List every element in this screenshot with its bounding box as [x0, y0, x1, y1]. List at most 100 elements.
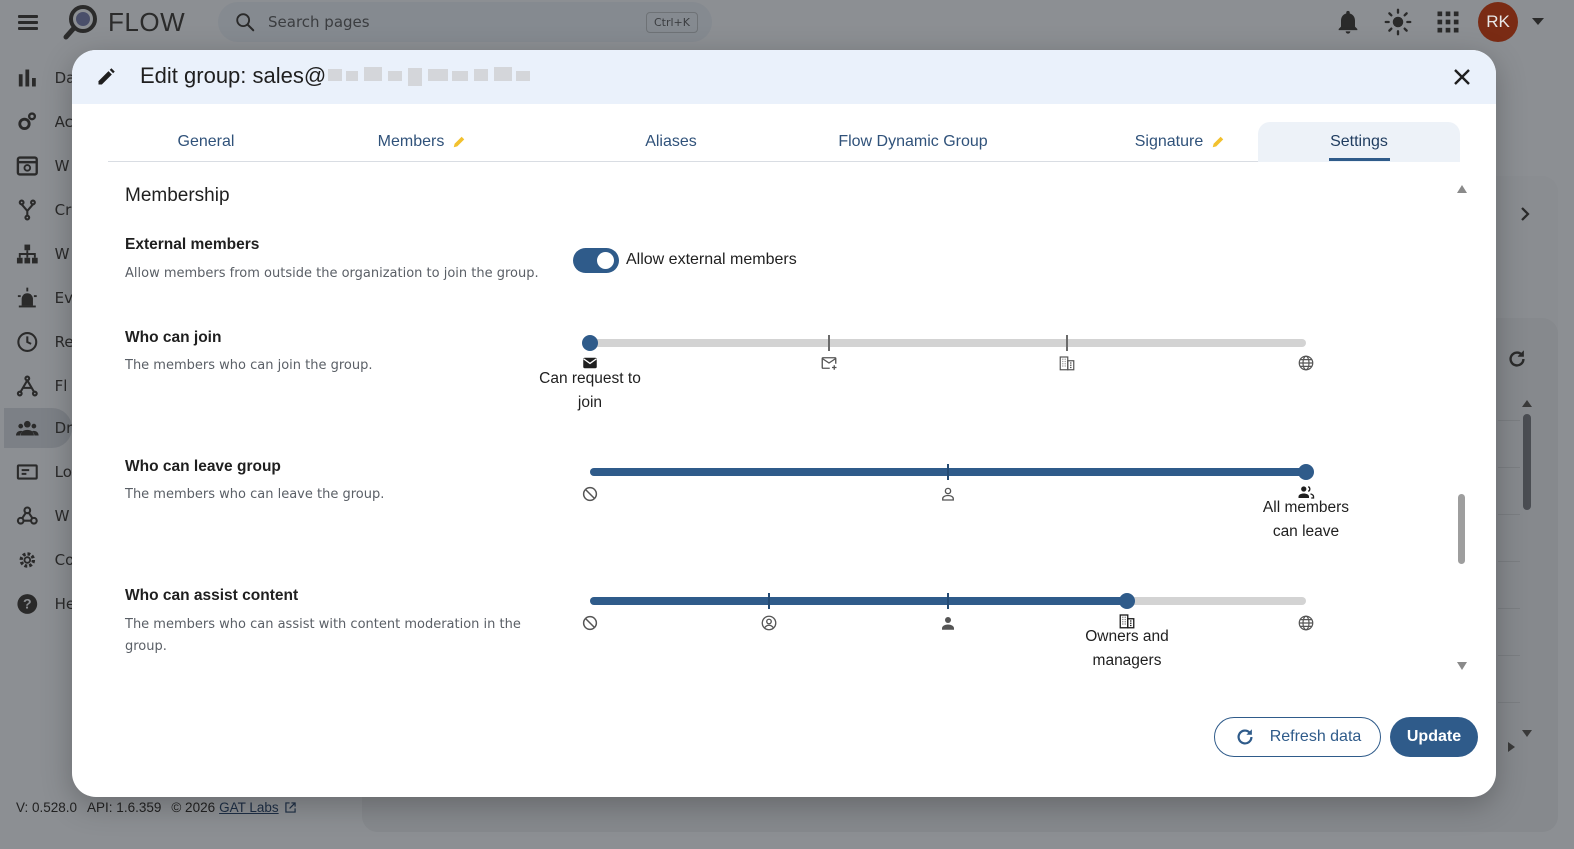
sidebar-item-8[interactable]: Dr: [4, 408, 72, 448]
alarm-light-icon: [17, 287, 37, 308]
sidebar-item-11[interactable]: Co: [4, 540, 72, 580]
background-table-rows: [1498, 420, 1520, 749]
edited-pencil-icon: [454, 136, 465, 148]
chevron-right-icon[interactable]: [1516, 205, 1534, 223]
sidebar-item-3[interactable]: Cr: [4, 190, 72, 230]
update-button[interactable]: Update: [1390, 717, 1478, 757]
who-can-join-description: The members who can join the group.: [125, 358, 373, 373]
logo-text: FLOW: [108, 6, 186, 37]
gear-icon: [19, 552, 36, 568]
redacted-email: [328, 63, 532, 89]
scroll-down-icon[interactable]: [1457, 662, 1467, 670]
who-can-join-slider[interactable]: Can request to join: [539, 335, 1314, 411]
tab-label: Signature: [1134, 133, 1204, 150]
globe-icon[interactable]: [1297, 354, 1315, 372]
sidebar-item-label: Cr: [54, 201, 72, 219]
sidebar-item-7[interactable]: Fl: [4, 366, 72, 406]
slider-thumb[interactable]: [582, 335, 598, 351]
sidebar-item-4[interactable]: W: [4, 234, 72, 274]
sidebar-item-1[interactable]: Ac: [4, 102, 72, 142]
sidebar-item-label: Dr: [54, 419, 72, 437]
sidebar-item-9[interactable]: Lo: [4, 452, 72, 492]
bell-icon[interactable]: [1334, 8, 1362, 36]
tab-general[interactable]: General: [108, 122, 304, 162]
who-can-join-selected-label: Can request to join: [539, 370, 641, 411]
tab-flow-dynamic-group[interactable]: Flow Dynamic Group: [798, 122, 1028, 162]
card-icon: [16, 464, 38, 480]
sidebar-item-0[interactable]: Da: [4, 58, 72, 98]
refresh-data-button[interactable]: Refresh data: [1214, 717, 1381, 757]
chevron-down-icon[interactable]: [1532, 18, 1544, 25]
sidebar-item-label: He: [54, 595, 72, 613]
close-icon[interactable]: [1450, 65, 1474, 89]
who-can-leave-description: The members who can leave the group.: [125, 487, 385, 502]
email-plus-icon[interactable]: [820, 354, 838, 372]
sidebar-item-label: Ac: [54, 113, 72, 131]
external-members-description: Allow members from outside the organizat…: [125, 266, 539, 281]
groups-icon: [16, 420, 39, 436]
scroll-down-icon[interactable]: [1522, 730, 1532, 737]
footer-version: V: 0.528.0: [16, 800, 78, 815]
edited-pencil-icon: [1213, 136, 1224, 148]
refresh-icon: [1237, 729, 1253, 745]
sidebar-item-6[interactable]: Re: [4, 322, 72, 362]
apps-grid-icon[interactable]: [1434, 8, 1462, 36]
who-can-assist-slider[interactable]: Owners and managers: [582, 593, 1314, 669]
sitemap-icon: [16, 244, 38, 264]
clock-icon: [17, 332, 38, 352]
slider-thumb[interactable]: [1119, 593, 1135, 609]
refresh-icon[interactable]: [1506, 348, 1528, 370]
pencil-icon: [98, 68, 115, 85]
theme-icon[interactable]: [1384, 8, 1412, 36]
who-can-leave-slider[interactable]: All members can leave: [582, 464, 1349, 540]
scroll-up-icon[interactable]: [1522, 400, 1532, 407]
sidebar-item-12[interactable]: ? He: [4, 584, 72, 624]
domain-icon[interactable]: [1058, 354, 1076, 372]
slider-thumb[interactable]: [1298, 464, 1314, 480]
scrollbar[interactable]: [1523, 414, 1531, 510]
menu-icon[interactable]: [16, 10, 40, 34]
tab-aliases[interactable]: Aliases: [573, 122, 769, 162]
section-title: Membership: [125, 185, 230, 206]
who-can-leave-selected-label: All members can leave: [1262, 499, 1350, 540]
refresh-data-label: Refresh data: [1269, 728, 1362, 745]
sidebar-item-2[interactable]: W: [4, 146, 72, 186]
who-can-assist-selected-label: Owners and managers: [1085, 628, 1169, 669]
logo-icon: [62, 3, 100, 41]
person-outline-icon[interactable]: [939, 485, 957, 503]
cancel-icon[interactable]: [581, 614, 599, 632]
account-circle-icon[interactable]: [760, 614, 778, 632]
tab-settings[interactable]: Settings: [1258, 122, 1460, 162]
who-can-assist-description: The members who can assist with content …: [125, 617, 521, 654]
top-app-bar: FLOW Search pages Ctrl+K RK: [0, 0, 1574, 44]
next-page-icon[interactable]: [1508, 742, 1515, 752]
sidebar-item-label: Co: [54, 551, 72, 569]
content-scrollbar[interactable]: [1458, 494, 1465, 564]
search-shortcut: Ctrl+K: [645, 11, 698, 33]
cancel-icon[interactable]: [581, 485, 599, 503]
flow-icon: [16, 375, 38, 397]
tab-members[interactable]: Members: [324, 122, 520, 162]
sidebar-item-5[interactable]: Ev: [4, 278, 72, 318]
tab-label: Flow Dynamic Group: [838, 133, 988, 150]
dialog-title: Edit group: sales@: [140, 63, 532, 89]
search-input[interactable]: Search pages Ctrl+K: [218, 2, 712, 42]
allow-external-members-toggle[interactable]: [573, 248, 619, 273]
person-icon[interactable]: [939, 614, 957, 632]
search-placeholder: Search pages: [268, 13, 370, 31]
avatar[interactable]: RK: [1478, 2, 1518, 42]
sidebar-item-label: Da: [54, 69, 72, 87]
app-logo[interactable]: FLOW: [62, 3, 185, 41]
footer-link[interactable]: GAT Labs: [219, 800, 279, 815]
footer-api: API: 1.6.359: [87, 800, 162, 815]
help-icon: ?: [17, 594, 38, 614]
globe-icon[interactable]: [1297, 614, 1315, 632]
scroll-up-icon[interactable]: [1457, 185, 1467, 193]
tab-label: Settings: [1330, 133, 1388, 150]
webhook-icon: [16, 506, 38, 525]
tab-bar: General Members Aliases Flow Dynamic Gro…: [108, 122, 1460, 162]
tab-signature[interactable]: Signature: [1082, 122, 1278, 162]
sidebar-item-label: Re: [54, 333, 72, 351]
sidebar-item-10[interactable]: W: [4, 496, 72, 536]
who-can-leave-title: Who can leave group: [125, 458, 281, 475]
